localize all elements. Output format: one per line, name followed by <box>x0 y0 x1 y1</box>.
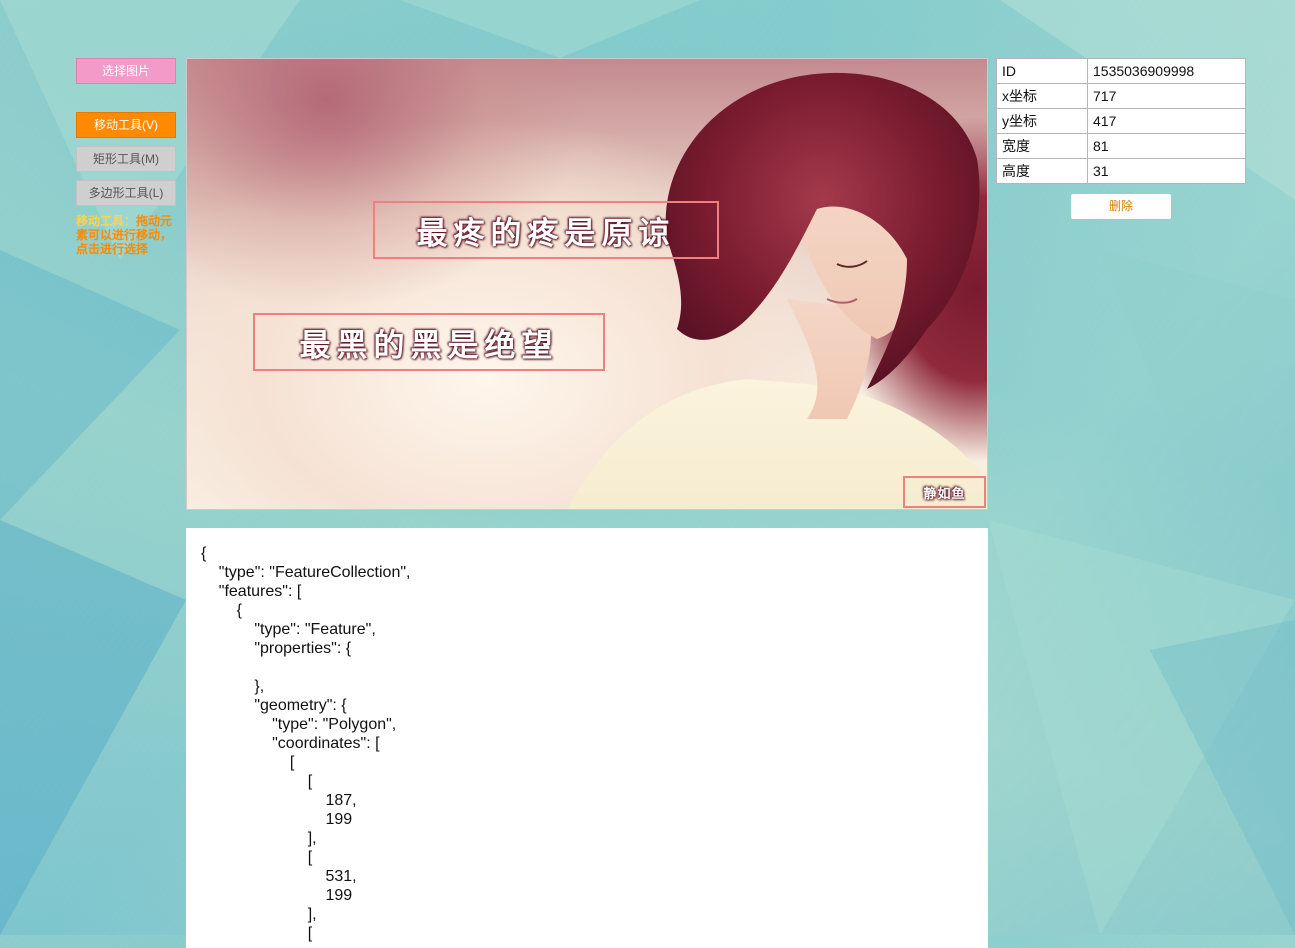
property-value: 81 <box>1087 133 1246 159</box>
property-key: 宽度 <box>996 133 1088 159</box>
geojson-text: { "type": "FeatureCollection", "features… <box>201 545 411 942</box>
table-row: 宽度 81 <box>996 133 1246 159</box>
table-row: x坐标 717 <box>996 83 1246 109</box>
annotation-box-2[interactable]: 最黑的黑是绝望 <box>253 313 605 371</box>
table-row: 高度 31 <box>996 158 1246 184</box>
property-value: 417 <box>1087 108 1246 134</box>
table-row: y坐标 417 <box>996 108 1246 134</box>
polygon-tool-button[interactable]: 多边形工具(L) <box>76 180 176 206</box>
image-canvas[interactable]: 最疼的疼是原谅 最黑的黑是绝望 静如鱼 <box>186 58 988 510</box>
property-key: y坐标 <box>996 108 1088 134</box>
tool-help-text: 移动工具：拖动元素可以进行移动，点击进行选择 <box>76 214 178 256</box>
geojson-output-panel[interactable]: { "type": "FeatureCollection", "features… <box>186 528 988 948</box>
table-row: ID 1535036909998 <box>996 58 1246 84</box>
property-value: 1535036909998 <box>1087 58 1246 84</box>
tool-help-title: 移动工具： <box>76 214 137 228</box>
property-key: x坐标 <box>996 83 1088 109</box>
annotation-box-1[interactable]: 最疼的疼是原谅 <box>373 201 719 259</box>
delete-button[interactable]: 删除 <box>1071 194 1171 219</box>
move-tool-button[interactable]: 移动工具(V) <box>76 112 176 138</box>
select-image-button[interactable]: 选择图片 <box>76 58 176 84</box>
property-value: 31 <box>1087 158 1246 184</box>
properties-table: ID 1535036909998 x坐标 717 y坐标 417 宽度 81 高度 31 <box>996 58 1246 184</box>
property-key: ID <box>996 58 1088 84</box>
rectangle-tool-button[interactable]: 矩形工具(M) <box>76 146 176 172</box>
property-value: 717 <box>1087 83 1246 109</box>
photo-image <box>567 72 987 509</box>
property-key: 高度 <box>996 158 1088 184</box>
annotation-box-3[interactable]: 静如鱼 <box>903 476 986 508</box>
